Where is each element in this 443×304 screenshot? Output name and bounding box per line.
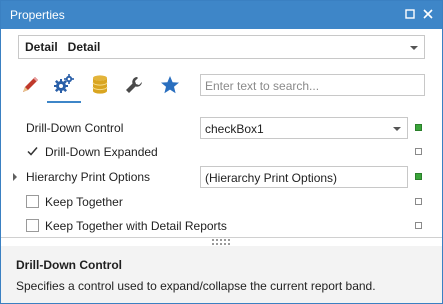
drill-down-control-dropdown[interactable]: checkBox1 [200,117,408,139]
property-label: Hierarchy Print Options [26,170,151,184]
description-text: Specifies a control used to expand/colla… [16,279,376,293]
drill-down-expanded-checkbox[interactable] [26,145,39,158]
property-row-drill-down-control[interactable]: Drill-Down Control checkBox1 [1,116,442,140]
chevron-down-icon [410,46,418,50]
description-panel: Drill-Down Control Specifies a control u… [1,246,442,303]
property-label: Keep Together with Detail Reports [45,219,227,233]
database-icon [92,75,108,94]
tab-behavior[interactable] [47,67,81,103]
property-marker-square-icon[interactable] [415,222,422,229]
chevron-down-icon [393,127,401,131]
property-row-hierarchy-print-options[interactable]: Hierarchy Print Options (Hierarchy Print… [1,165,442,189]
gears-icon [54,74,74,93]
pin-icon [405,9,415,19]
hierarchy-print-options-field[interactable]: (Hierarchy Print Options) [200,166,408,188]
wrench-icon [126,77,142,93]
property-value: (Hierarchy Print Options) [205,171,338,185]
checkmark-icon [27,147,38,156]
property-value: checkBox1 [205,122,264,136]
pin-button[interactable] [402,6,418,22]
property-marker-square-icon[interactable] [415,173,422,180]
tab-data[interactable] [83,67,117,103]
object-selector-value: Detail Detail [25,40,101,54]
property-label: Keep Together [45,195,123,209]
pencil-icon [23,77,38,92]
keep-together-with-detail-reports-checkbox[interactable] [26,219,39,232]
star-icon [161,76,179,94]
close-button[interactable] [420,6,436,22]
splitter-line [1,237,442,238]
keep-together-checkbox[interactable] [26,195,39,208]
object-selector[interactable]: Detail Detail [18,35,425,59]
description-title: Drill-Down Control [16,258,122,272]
property-row-keep-together-with-detail-reports[interactable]: Keep Together with Detail Reports [1,214,442,238]
property-row-drill-down-expanded[interactable]: Drill-Down Expanded [1,140,442,164]
expand-arrow-icon[interactable] [13,173,17,181]
close-icon [423,9,433,19]
tab-favorites[interactable] [153,67,187,103]
tab-design[interactable] [117,67,151,103]
property-row-keep-together[interactable]: Keep Together [1,190,442,214]
property-marker-square-icon[interactable] [415,198,422,205]
search-placeholder: Enter text to search... [205,79,320,93]
property-marker-square-icon[interactable] [415,124,422,131]
search-input[interactable]: Enter text to search... [200,74,425,96]
splitter-grip-icon[interactable] [212,239,230,245]
property-label: Drill-Down Expanded [45,145,158,159]
title-bar: Properties [1,1,442,29]
property-label: Drill-Down Control [26,121,124,135]
properties-window: Properties Detail Detail Enter text to s… [0,0,443,304]
window-title: Properties [10,8,65,22]
property-marker-square-icon[interactable] [415,148,422,155]
tab-appearance[interactable] [13,67,47,103]
